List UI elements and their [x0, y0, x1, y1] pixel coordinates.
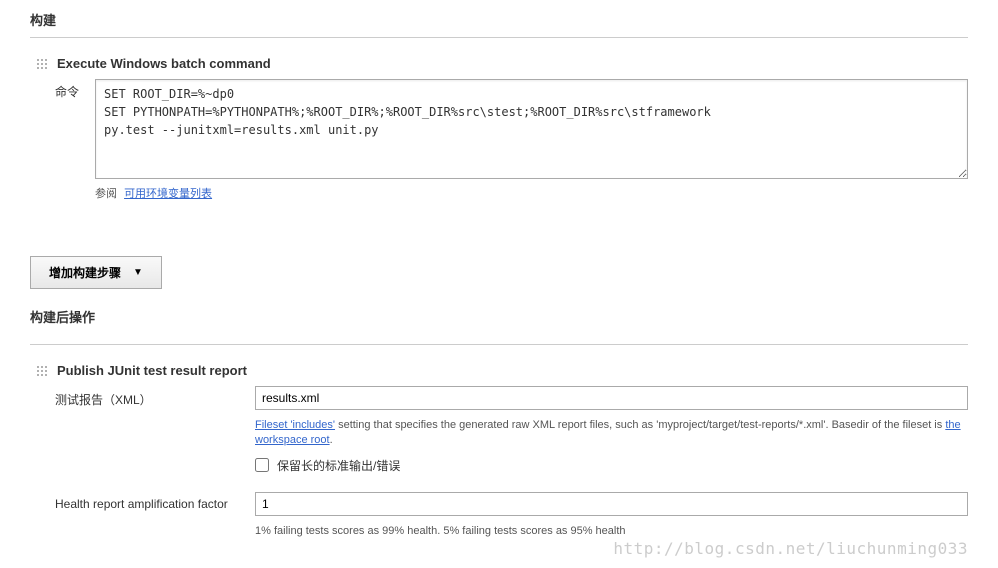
add-build-step-button[interactable]: 增加构建步骤 ▼ — [30, 256, 162, 289]
retain-stdout-label: 保留长的标准输出/错误 — [277, 457, 400, 474]
post-build-step: Publish JUnit test result report 测试报告（XM… — [30, 363, 968, 539]
divider — [30, 37, 968, 38]
fileset-help-text1: setting that specifies the generated raw… — [335, 419, 945, 431]
command-label: 命令 — [55, 79, 95, 179]
env-help-row: 参阅 可用环境变量列表 — [95, 185, 968, 201]
retain-stdout-row: 保留长的标准输出/错误 — [255, 457, 968, 474]
amplification-help: 1% failing tests scores as 99% health. 5… — [255, 524, 968, 539]
report-xml-input[interactable] — [255, 386, 968, 410]
build-title: 构建 — [30, 10, 968, 29]
report-xml-row: 测试报告（XML） — [55, 386, 968, 410]
step-header: Execute Windows batch command — [35, 56, 968, 71]
build-step: Execute Windows batch command 命令 参阅 可用环境… — [30, 56, 968, 201]
amplification-row: Health report amplification factor — [55, 492, 968, 516]
caret-down-icon: ▼ — [133, 267, 143, 278]
env-vars-link[interactable]: 可用环境变量列表 — [124, 188, 212, 200]
retain-stdout-checkbox[interactable] — [255, 458, 269, 472]
step-header: Publish JUnit test result report — [35, 363, 968, 378]
amplification-label: Health report amplification factor — [55, 492, 255, 516]
report-xml-label: 测试报告（XML） — [55, 386, 255, 410]
drag-handle-icon[interactable] — [35, 57, 49, 71]
fileset-includes-link[interactable]: Fileset 'includes' — [255, 419, 335, 431]
add-step-label: 增加构建步骤 — [49, 264, 121, 281]
help-label: 参阅 — [95, 188, 117, 200]
publish-junit-title: Publish JUnit test result report — [57, 363, 247, 378]
step-title: Execute Windows batch command — [57, 56, 271, 71]
command-row: 命令 — [55, 79, 968, 179]
divider — [30, 344, 968, 345]
amplification-input[interactable] — [255, 492, 968, 516]
post-build-title: 构建后操作 — [30, 307, 968, 326]
watermark: http://blog.csdn.net/liuchunming033 — [613, 539, 968, 558]
command-input[interactable] — [95, 79, 968, 179]
fileset-help: Fileset 'includes' setting that specifie… — [255, 418, 968, 449]
build-section: 构建 Execute Windows batch command 命令 — [30, 10, 968, 539]
drag-handle-icon[interactable] — [35, 364, 49, 378]
fileset-help-text2: . — [330, 434, 333, 446]
